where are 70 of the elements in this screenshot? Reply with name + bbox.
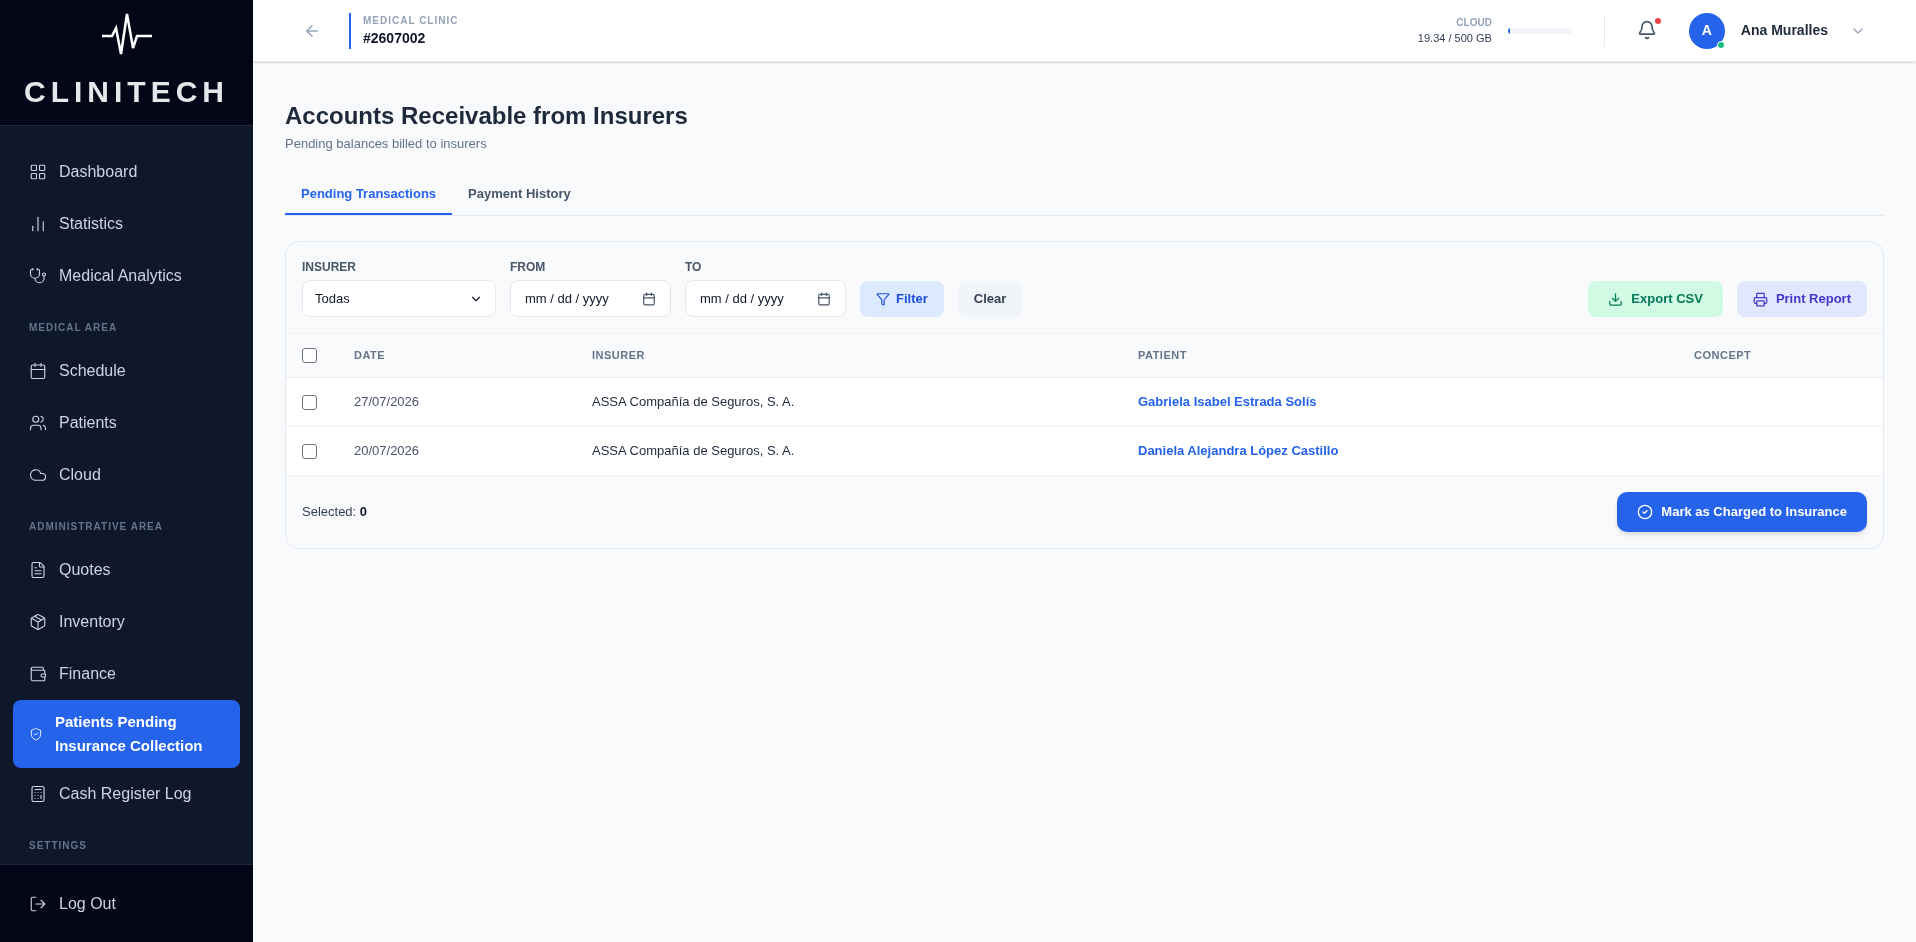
users-icon xyxy=(29,414,47,432)
sidebar-item[interactable]: Finance xyxy=(13,648,240,700)
bar-chart-icon xyxy=(29,215,47,233)
patient-link[interactable]: Daniela Alejandra López Castillo xyxy=(1138,441,1694,461)
storage-reading: 19.34 / 500 GB xyxy=(1417,30,1492,46)
table-cell-text: ASSA Compañía de Seguros, S. A. xyxy=(592,442,796,461)
printer-icon xyxy=(1752,291,1768,307)
cloud-icon xyxy=(29,466,47,484)
checkbox[interactable] xyxy=(302,394,317,410)
print-report-button[interactable]: Print Report xyxy=(1736,281,1867,317)
date-field[interactable]: mm / dd / yyyy xyxy=(685,280,846,317)
download-icon xyxy=(1608,291,1624,307)
sidebar-section-label: ADMINISTRATIVE AREA xyxy=(28,520,164,534)
table-cell-text: 20/07/2026 xyxy=(354,442,421,461)
filter-icon xyxy=(876,292,890,306)
sidebar-item[interactable]: Dashboard xyxy=(13,146,240,198)
export-csv-button[interactable]: Export CSV xyxy=(1588,281,1723,317)
page-subtitle: Pending balances billed to insurers xyxy=(285,135,488,153)
column-header: CONCEPT xyxy=(1694,348,1753,364)
tab[interactable]: Payment History xyxy=(452,183,587,215)
field-label: INSURER xyxy=(302,259,357,276)
check-circle-icon xyxy=(1637,504,1654,520)
column-header: INSURER xyxy=(592,348,646,364)
grid-icon xyxy=(29,163,47,181)
sidebar-item[interactable]: Medical Analytics xyxy=(13,250,240,302)
calendar-icon xyxy=(817,291,831,306)
clear-button[interactable]: Clear xyxy=(957,281,1023,317)
user-name[interactable]: Ana Muralles xyxy=(1740,20,1828,41)
date-field[interactable]: mm / dd / yyyy xyxy=(510,280,671,317)
logout-icon xyxy=(29,894,47,913)
field-label: TO xyxy=(685,259,703,276)
patient-link[interactable]: Gabriela Isabel Estrada Solís xyxy=(1138,392,1694,412)
checkbox[interactable] xyxy=(302,348,317,363)
column-header: DATE xyxy=(354,348,387,364)
box-icon xyxy=(29,613,47,631)
filter-button[interactable]: Filter xyxy=(860,281,944,317)
calendar-icon xyxy=(642,291,656,306)
notification-bell-icon[interactable] xyxy=(1636,19,1657,40)
field-label: FROM xyxy=(510,259,547,276)
sidebar-item[interactable]: Patients xyxy=(13,397,240,449)
sidebar-item[interactable]: Patients Pending Insurance Collection xyxy=(13,700,240,768)
checkbox[interactable] xyxy=(302,443,317,459)
sidebar-item[interactable]: Quotes xyxy=(13,544,240,596)
sidebar-section-label: MEDICAL AREA xyxy=(28,321,119,335)
selected-count: Selected: 0 xyxy=(302,503,368,522)
sidebar-item[interactable]: Inventory xyxy=(13,596,240,648)
insurer-select[interactable]: Todas xyxy=(302,280,496,317)
logo-text: CLINITECH xyxy=(24,74,229,110)
sidebar-item[interactable]: Schedule xyxy=(13,345,240,397)
clinic-label: MEDICAL CLINIC xyxy=(363,13,459,28)
sidebar-item[interactable]: Cloud xyxy=(13,449,240,501)
calculator-icon xyxy=(29,785,47,803)
sidebar-item[interactable]: Statistics xyxy=(13,198,240,250)
mark-charged-button[interactable]: Mark as Charged to Insurance xyxy=(1617,492,1867,532)
clinic-id: #2607002 xyxy=(363,28,427,48)
avatar[interactable]: A xyxy=(1688,12,1725,49)
column-header: PATIENT xyxy=(1138,348,1188,364)
logout-item[interactable]: Log Out xyxy=(0,864,253,942)
shield-check-icon xyxy=(29,727,43,741)
table-cell-text: ASSA Compañía de Seguros, S. A. xyxy=(592,393,796,412)
tab[interactable]: Pending Transactions xyxy=(285,183,453,215)
sidebar-item[interactable]: Cash Register Log xyxy=(13,768,240,820)
wallet-icon xyxy=(29,665,47,683)
calendar-icon xyxy=(29,362,47,380)
stethoscope-icon xyxy=(29,267,47,285)
document-icon xyxy=(29,561,47,579)
table-cell-text: 27/07/2026 xyxy=(354,393,421,412)
sidebar-section-label: SETTINGS xyxy=(28,839,88,853)
storage-label: CLOUD xyxy=(1456,15,1492,30)
page-title: Accounts Receivable from Insurers xyxy=(285,101,689,131)
